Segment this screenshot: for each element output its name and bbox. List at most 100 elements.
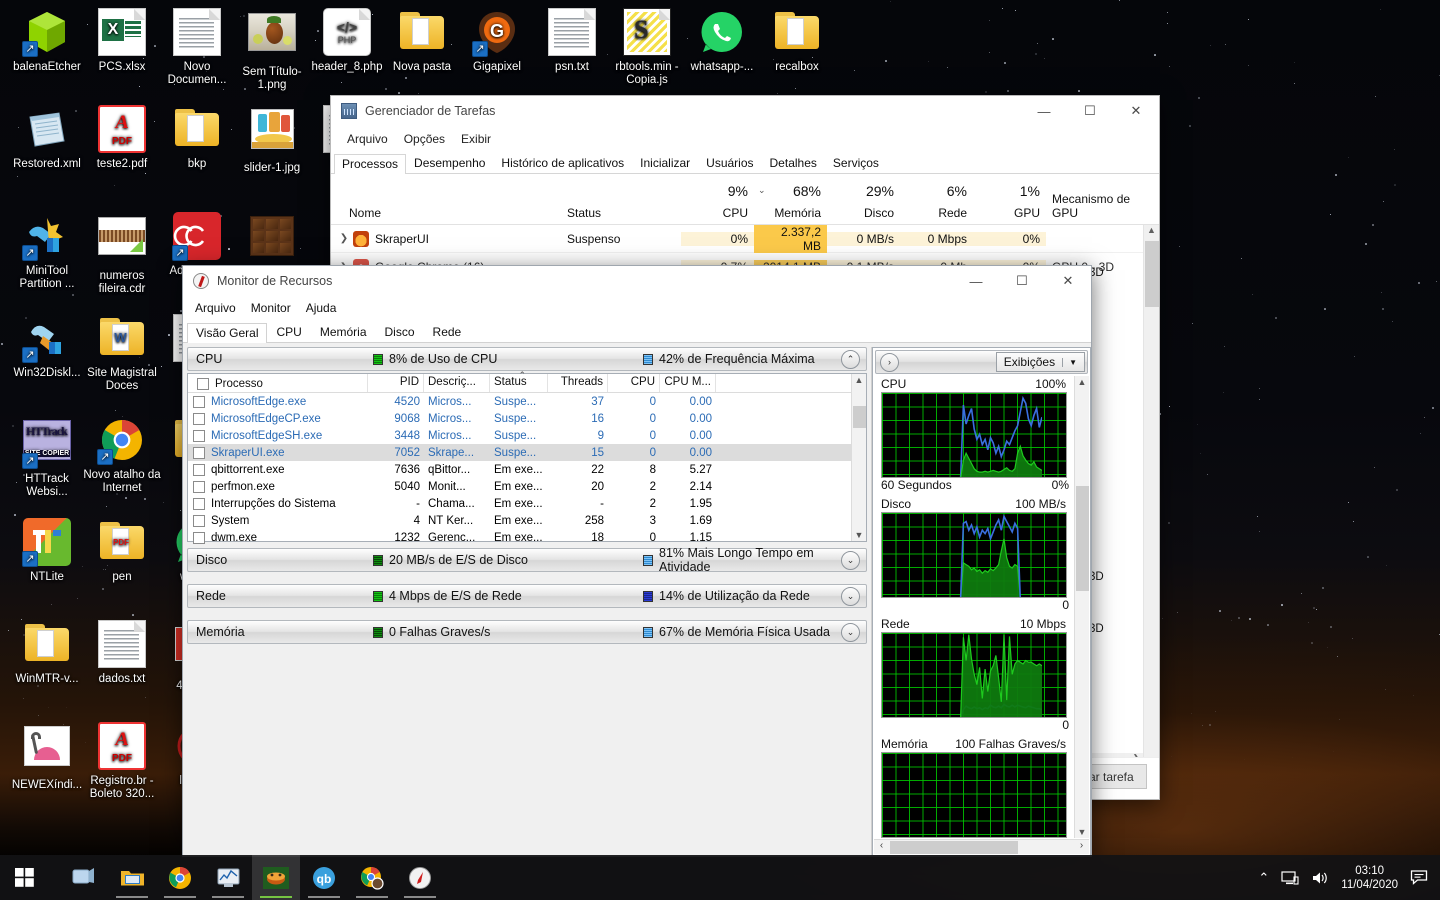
- maximize-button[interactable]: ☐: [999, 266, 1045, 296]
- tab-servi-os[interactable]: Serviços: [825, 153, 887, 173]
- header-col-1[interactable]: PID: [368, 374, 424, 392]
- graph-canvas[interactable]: [881, 512, 1067, 598]
- taskbar-chrome[interactable]: [156, 855, 204, 900]
- section-header-rede[interactable]: Rede 4 Mbps de E/S de Rede 14% de Utiliz…: [187, 584, 867, 608]
- expand-panel-chevron-right-icon[interactable]: ›: [880, 352, 899, 372]
- desktop-icon[interactable]: PDF pen: [79, 518, 165, 584]
- desktop-icon[interactable]: NEWEXíndi...: [4, 722, 90, 792]
- task-view-button[interactable]: [60, 855, 108, 900]
- desktop-icon[interactable]: Nova pasta: [379, 8, 465, 74]
- header-col-3[interactable]: ⌃ Status: [490, 370, 548, 392]
- menu-opcoes[interactable]: Opções: [404, 132, 445, 146]
- table-row[interactable]: dwm.exe 1232 Gerenc... Em exe... 18 0 1.…: [188, 529, 866, 546]
- start-button[interactable]: [0, 855, 48, 900]
- section-header-cpu[interactable]: CPU 8% de Uso de CPU 42% de Frequência M…: [187, 347, 867, 371]
- col-memoria[interactable]: ⌄ 68% Memória: [754, 175, 827, 224]
- desktop-icon[interactable]: [229, 212, 315, 269]
- row-checkbox[interactable]: [193, 463, 205, 476]
- select-all-checkbox-header[interactable]: Processo: [188, 374, 368, 392]
- minimize-button[interactable]: —: [1021, 96, 1067, 126]
- tab-disco[interactable]: Disco: [376, 322, 424, 342]
- desktop-icon[interactable]: bkp: [154, 105, 240, 171]
- close-button[interactable]: ✕: [1045, 266, 1091, 296]
- views-dropdown[interactable]: Exibições ▼: [995, 352, 1085, 372]
- resource-monitor-tabs[interactable]: Visão Geral CPU Memória Disco Rede: [183, 320, 1091, 343]
- expand-chevron-down-icon[interactable]: ⌄: [841, 587, 860, 606]
- menu-ajuda[interactable]: Ajuda: [306, 301, 337, 315]
- action-center-icon[interactable]: [1410, 869, 1430, 887]
- task-manager-titlebar[interactable]: Gerenciador de Tarefas — ☐ ✕: [331, 96, 1159, 126]
- tray-chevron-up-icon[interactable]: ⌃: [1258, 870, 1269, 886]
- menu-exibir[interactable]: Exibir: [461, 132, 491, 146]
- expand-chevron-down-icon[interactable]: ⌄: [841, 551, 860, 570]
- section-header-memoria[interactable]: Memória 0 Falhas Graves/s 67% de Memória…: [187, 620, 867, 644]
- table-row[interactable]: MicrosoftEdgeCP.exe 9068 Micros... Suspe…: [188, 410, 866, 427]
- desktop-icon[interactable]: recalbox: [754, 8, 840, 74]
- close-button[interactable]: ✕: [1113, 96, 1159, 126]
- menu-arquivo[interactable]: Arquivo: [195, 301, 236, 315]
- scroll-down-icon[interactable]: ▼: [1075, 827, 1089, 837]
- tab-inicializar[interactable]: Inicializar: [632, 153, 698, 173]
- scroll-up-icon[interactable]: ▲: [1075, 377, 1089, 387]
- desktop-icon[interactable]: W Site Magistral Doces: [79, 314, 165, 393]
- scrollbar-thumb[interactable]: [1076, 486, 1089, 591]
- expand-chevron-down-icon[interactable]: ⌄: [841, 623, 860, 642]
- cpu-process-table[interactable]: Processo PID Descriç... ⌃ Status Threads CPU CP…: [187, 370, 867, 561]
- row-checkbox[interactable]: [193, 395, 205, 408]
- scroll-left-icon[interactable]: ‹: [874, 840, 889, 851]
- graph-canvas[interactable]: [881, 752, 1067, 838]
- taskbar-qbittorrent[interactable]: qb: [300, 855, 348, 900]
- row-checkbox[interactable]: [193, 514, 205, 527]
- col-cpu[interactable]: 9% CPU: [681, 175, 754, 224]
- chevron-down-icon[interactable]: ▼: [1062, 357, 1077, 367]
- desktop-icon[interactable]: </> PHP header_8.php: [304, 8, 390, 74]
- header-col-5[interactable]: CPU: [608, 374, 660, 392]
- desktop-icon[interactable]: ↗ NTLite: [4, 518, 90, 584]
- taskbar-task-manager[interactable]: [204, 855, 252, 900]
- desktop-icon[interactable]: Novo Documen...: [154, 8, 240, 87]
- expand-chevron-icon[interactable]: ❯: [335, 233, 353, 244]
- resource-monitor-menubar[interactable]: Arquivo Monitor Ajuda: [183, 296, 1091, 320]
- row-checkbox[interactable]: [193, 446, 205, 459]
- desktop-icon[interactable]: S rbtools.min - Copia.js: [604, 8, 690, 87]
- row-checkbox[interactable]: [193, 480, 205, 493]
- col-mecanismo-gpu[interactable]: Mecanismo de GPU: [1046, 175, 1159, 224]
- cpu-table-body[interactable]: MicrosoftEdge.exe 4520 Micros... Suspe..…: [188, 393, 866, 563]
- header-col-2[interactable]: Descriç...: [424, 374, 490, 392]
- table-row[interactable]: System 4 NT Ker... Em exe... 258 3 1.69: [188, 512, 866, 529]
- tab-mem-ria[interactable]: Memória: [311, 322, 376, 342]
- scroll-up-icon[interactable]: ▲: [1144, 225, 1159, 241]
- scrollbar-thumb[interactable]: [1145, 241, 1159, 307]
- window-controls[interactable]: — ☐ ✕: [1021, 96, 1159, 126]
- row-checkbox[interactable]: [193, 531, 205, 544]
- tab-processos[interactable]: Processos: [334, 154, 407, 174]
- cpu-table-scrollbar[interactable]: ▲ ▼: [851, 374, 866, 541]
- process-grid-scrollbar[interactable]: ▲ ▼: [1143, 225, 1159, 799]
- tab-usu-rios[interactable]: Usuários: [698, 153, 761, 173]
- table-row[interactable]: MicrosoftEdge.exe 4520 Micros... Suspe..…: [188, 393, 866, 410]
- table-row[interactable]: qbittorrent.exe 7636 qBittor... Em exe..…: [188, 461, 866, 478]
- graph-canvas[interactable]: [881, 392, 1067, 478]
- taskbar-skraper[interactable]: [252, 855, 300, 900]
- desktop-icon[interactable]: numeros fileira.cdr: [79, 212, 165, 296]
- graph-panel-toolbar[interactable]: › Exibições ▼: [875, 350, 1088, 374]
- desktop-icon[interactable]: psn.txt: [529, 8, 615, 74]
- desktop-icon[interactable]: HTTrack SITE COPIER ↗ HTTrack Websi...: [4, 416, 90, 499]
- col-disco[interactable]: 29% Disco: [827, 175, 900, 224]
- table-row[interactable]: perfmon.exe 5040 Monit... Em exe... 20 2…: [188, 478, 866, 495]
- taskbar-chrome-profile[interactable]: [348, 855, 396, 900]
- col-gpu[interactable]: 1% GPU: [973, 175, 1046, 224]
- col-rede[interactable]: 6% Rede: [900, 175, 973, 224]
- task-manager-tabs[interactable]: Processos Desempenho Histórico de aplicati…: [331, 151, 1159, 174]
- menu-monitor[interactable]: Monitor: [251, 301, 291, 315]
- row-checkbox[interactable]: [193, 497, 205, 510]
- resource-monitor-titlebar[interactable]: Monitor de Recursos — ☐ ✕: [183, 266, 1091, 296]
- desktop-icon[interactable]: G ↗ Gigapixel: [454, 8, 540, 74]
- checkbox-icon[interactable]: [197, 378, 209, 390]
- hscrollbar-thumb[interactable]: [890, 841, 1018, 854]
- header-col-6[interactable]: CPU M...: [660, 374, 716, 392]
- taskbar-clock[interactable]: 03:10 11/04/2020: [1341, 864, 1398, 892]
- cpu-table-header[interactable]: Processo PID Descriç... ⌃ Status Threads CPU CP…: [188, 370, 866, 393]
- volume-icon[interactable]: [1311, 870, 1329, 886]
- desktop-icon[interactable]: Restored.xml: [4, 105, 90, 171]
